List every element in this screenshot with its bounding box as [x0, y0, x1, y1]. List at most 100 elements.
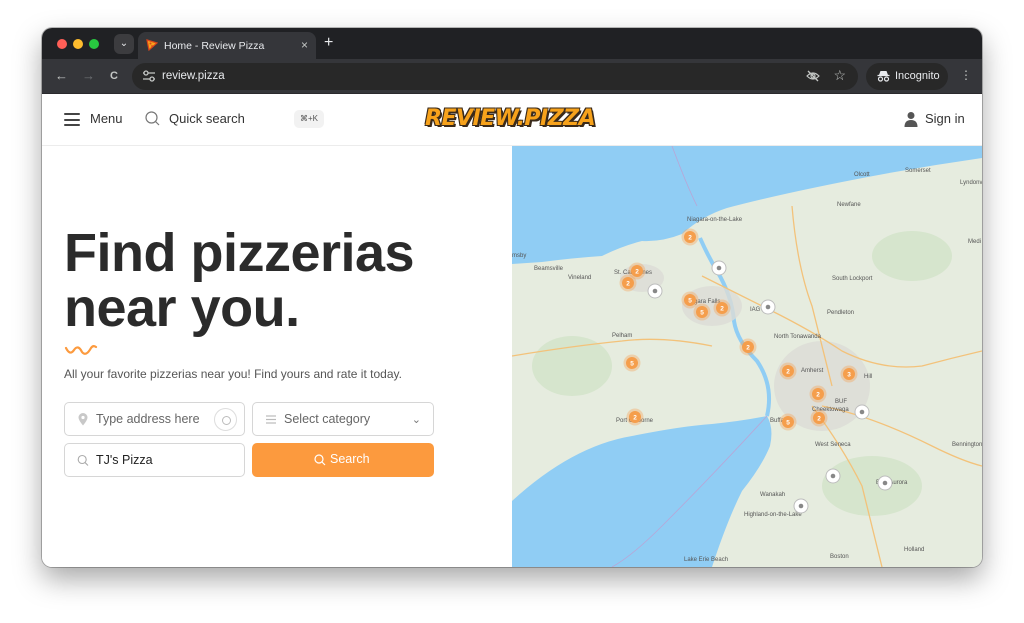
hero-subtitle: All your favorite pizzerias near you! Fi…	[64, 367, 402, 381]
pizzeria-cluster-marker[interactable]: 2	[713, 299, 731, 317]
cluster-count: 2	[720, 305, 724, 312]
category-placeholder: Select category	[284, 412, 371, 426]
eye-off-icon[interactable]	[806, 69, 820, 83]
pizzeria-cluster-marker[interactable]: 5	[779, 413, 797, 431]
menu-button[interactable]: Menu	[90, 111, 123, 126]
zoom-window-button[interactable]	[89, 39, 99, 49]
pizzeria-pin-marker[interactable]	[825, 468, 841, 484]
pizza-favicon-icon	[146, 39, 158, 51]
keyword-input[interactable]: TJ's Pizza	[64, 443, 245, 477]
close-window-button[interactable]	[57, 39, 67, 49]
cluster-count: 5	[786, 419, 790, 426]
pizzeria-cluster-marker[interactable]: 3	[840, 365, 858, 383]
map-place-label: Medi	[968, 239, 981, 245]
map-panel[interactable]: Olcott Somerset Lyndonv Newfane Niagara-on-t…	[512, 146, 982, 567]
map-place-label: Holland	[904, 547, 924, 553]
map-place-label: Bennington	[952, 442, 982, 448]
address-input[interactable]: Type address here	[64, 402, 245, 436]
map-canvas[interactable]: Olcott Somerset Lyndonv Newfane Niagara-on-t…	[512, 146, 982, 567]
search-button-label: Search	[330, 452, 370, 466]
address-bar[interactable]: review.pizza ☆	[132, 63, 858, 90]
pizzeria-pin-marker[interactable]	[877, 475, 893, 491]
chevron-down-icon: ⌄	[411, 414, 421, 426]
shortcut-badge: ⌘+K	[294, 110, 324, 128]
tab-close-icon[interactable]: ×	[301, 38, 308, 52]
map-place-label: North Tonawanda	[774, 334, 822, 340]
pizzeria-cluster-marker[interactable]: 2	[739, 338, 757, 356]
site-logo[interactable]: REVIEW.PIZZA	[425, 104, 597, 136]
incognito-icon	[877, 71, 890, 82]
site-header: Menu Quick search ⌘+K REVIEW.PIZZA Sign …	[42, 94, 982, 146]
map-place-label: Vineland	[568, 275, 591, 281]
reload-button[interactable]: C	[110, 68, 118, 84]
tab-active[interactable]: Home - Review Pizza ×	[138, 32, 316, 59]
hero-title: Find pizzerias near you.	[64, 223, 415, 336]
quick-search-button[interactable]: Quick search	[169, 111, 245, 126]
forward-button[interactable]: →	[82, 68, 95, 84]
map-place-label: Wanakah	[760, 492, 785, 498]
cluster-count: 2	[746, 344, 750, 351]
hamburger-icon[interactable]	[64, 113, 80, 126]
pizzeria-cluster-marker[interactable]: 2	[810, 409, 828, 427]
search-icon[interactable]	[145, 111, 160, 126]
new-tab-button[interactable]: +	[324, 34, 333, 52]
map-place-label: Beamsville	[534, 266, 564, 272]
back-button[interactable]: ←	[55, 68, 68, 84]
pizzeria-cluster-marker[interactable]: 2	[809, 385, 827, 403]
url-text[interactable]: review.pizza	[162, 70, 225, 82]
map-place-label: Pendleton	[827, 310, 854, 316]
browser-toolbar: ← → C review.pizza ☆ Incognito ⋮	[42, 59, 982, 94]
map-place-label: South Lockport	[832, 276, 873, 282]
sign-in-button[interactable]: Sign in	[925, 111, 965, 126]
map-place-label: Boston	[830, 554, 849, 560]
cluster-count: 3	[847, 371, 851, 378]
map-place-label: Lyndonv	[960, 180, 982, 186]
pizzeria-cluster-marker[interactable]: 5	[693, 303, 711, 321]
tab-title: Home - Review Pizza	[164, 40, 265, 52]
location-pin-icon	[78, 413, 88, 426]
map-place-label: msby	[512, 253, 526, 259]
pizzeria-pin-marker[interactable]	[647, 283, 663, 299]
cluster-count: 2	[817, 415, 821, 422]
pizzeria-pin-marker[interactable]	[854, 404, 870, 420]
pizzeria-cluster-marker[interactable]: 2	[626, 408, 644, 426]
search-icon	[77, 454, 89, 466]
pizzeria-pin-marker[interactable]	[760, 299, 776, 315]
address-placeholder: Type address here	[96, 412, 200, 426]
map-place-label: Pelham	[612, 333, 632, 339]
tab-search-button[interactable]: ⌄	[114, 34, 134, 54]
cluster-count: 2	[816, 391, 820, 398]
pizzeria-pin-marker[interactable]	[711, 260, 727, 276]
pizzeria-cluster-marker[interactable]: 5	[623, 354, 641, 372]
cluster-count: 5	[688, 297, 692, 304]
pizzeria-cluster-marker[interactable]: 2	[779, 362, 797, 380]
site-settings-icon[interactable]	[142, 70, 156, 82]
hero-section: Find pizzerias near you. All your favori…	[42, 146, 512, 567]
map-place-label: Hill	[864, 374, 872, 380]
map-place-label: BUF	[835, 399, 847, 405]
user-icon[interactable]	[903, 111, 919, 127]
incognito-label: Incognito	[895, 70, 940, 82]
hero-title-line-1: Find pizzerias	[64, 223, 415, 283]
pizzeria-cluster-marker[interactable]: 2	[619, 274, 637, 292]
browser-window: ⌄ Home - Review Pizza × + ← → C review.p…	[42, 28, 982, 567]
cluster-count: 5	[700, 309, 704, 316]
cluster-count: 2	[688, 234, 692, 241]
browser-menu-icon[interactable]: ⋮	[960, 68, 972, 82]
pizzeria-pin-marker[interactable]	[793, 498, 809, 514]
minimize-window-button[interactable]	[73, 39, 83, 49]
incognito-badge[interactable]: Incognito	[866, 63, 948, 90]
bookmark-star-icon[interactable]: ☆	[833, 67, 846, 84]
category-select[interactable]: Select category ⌄	[252, 402, 434, 436]
logo-text: REVIEW.PIZZA	[425, 106, 596, 131]
search-button[interactable]: Search	[252, 443, 434, 477]
pizzeria-cluster-marker[interactable]: 2	[681, 228, 699, 246]
cluster-count: 2	[633, 414, 637, 421]
pizzeria-cluster-marker[interactable]: 5	[681, 291, 699, 309]
locate-me-button[interactable]	[214, 408, 237, 431]
map-place-label: Amherst	[801, 368, 824, 374]
map-place-label: Highland-on-the-Lake	[744, 512, 802, 518]
search-icon	[314, 454, 326, 466]
keyword-value: TJ's Pizza	[96, 453, 153, 467]
title-bar: ⌄ Home - Review Pizza × +	[42, 28, 982, 59]
